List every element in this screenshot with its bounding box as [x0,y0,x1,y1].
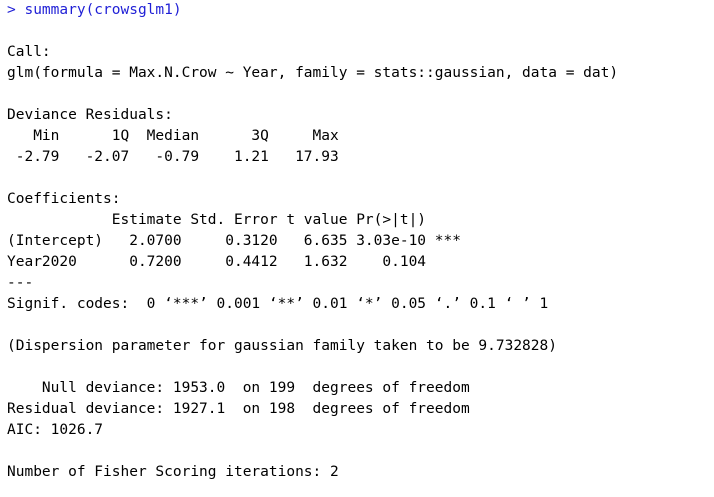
output-line-dispersion: (Dispersion parameter for gaussian famil… [7,338,557,354]
output-line-call-formula: glm(formula = Max.N.Crow ~ Year, family … [7,65,619,81]
output-line-blank [7,441,707,462]
output-line-residual-deviance: Residual deviance: 1927.1 on 198 degrees… [7,401,470,417]
output-line-call-header: Call: [7,44,51,60]
output-line-null-deviance: Null deviance: 1953.0 on 199 degrees of … [7,380,470,396]
output-line-blank [7,168,707,189]
output-line-blank [7,315,707,336]
r-console[interactable]: > summary(crowsglm1) Call: glm(formula =… [7,0,707,497]
output-line-blank [7,84,707,105]
command-line: > summary(crowsglm1) [7,0,707,21]
output-line-fisher-iterations: Number of Fisher Scoring iterations: 2 [7,464,339,480]
output-line-aic: AIC: 1026.7 [7,422,104,438]
output-line-separator: --- [7,275,34,291]
output-line-coefficients-header: Coefficients: [7,191,121,207]
output-line-coef-columns: Estimate Std. Error t value Pr(>|t|) [7,212,427,228]
output-line-coef-intercept: (Intercept) 2.0700 0.3120 6.635 3.03e-10… [7,233,461,249]
output-line-signif-codes: Signif. codes: 0 ‘***’ 0.001 ‘**’ 0.01 ‘… [7,296,549,312]
output-line-deviance-header: Deviance Residuals: [7,107,173,123]
output-line-residual-values: -2.79 -2.07 -0.79 1.21 17.93 [7,149,339,165]
output-line-coef-year2020: Year2020 0.7200 0.4412 1.632 0.104 [7,254,427,270]
output-line-residual-labels: Min 1Q Median 3Q Max [7,128,339,144]
output-line-blank [7,357,707,378]
console-prompt: > [7,2,16,18]
console-command: summary(crowsglm1) [24,2,182,18]
output-line-blank [7,21,707,42]
